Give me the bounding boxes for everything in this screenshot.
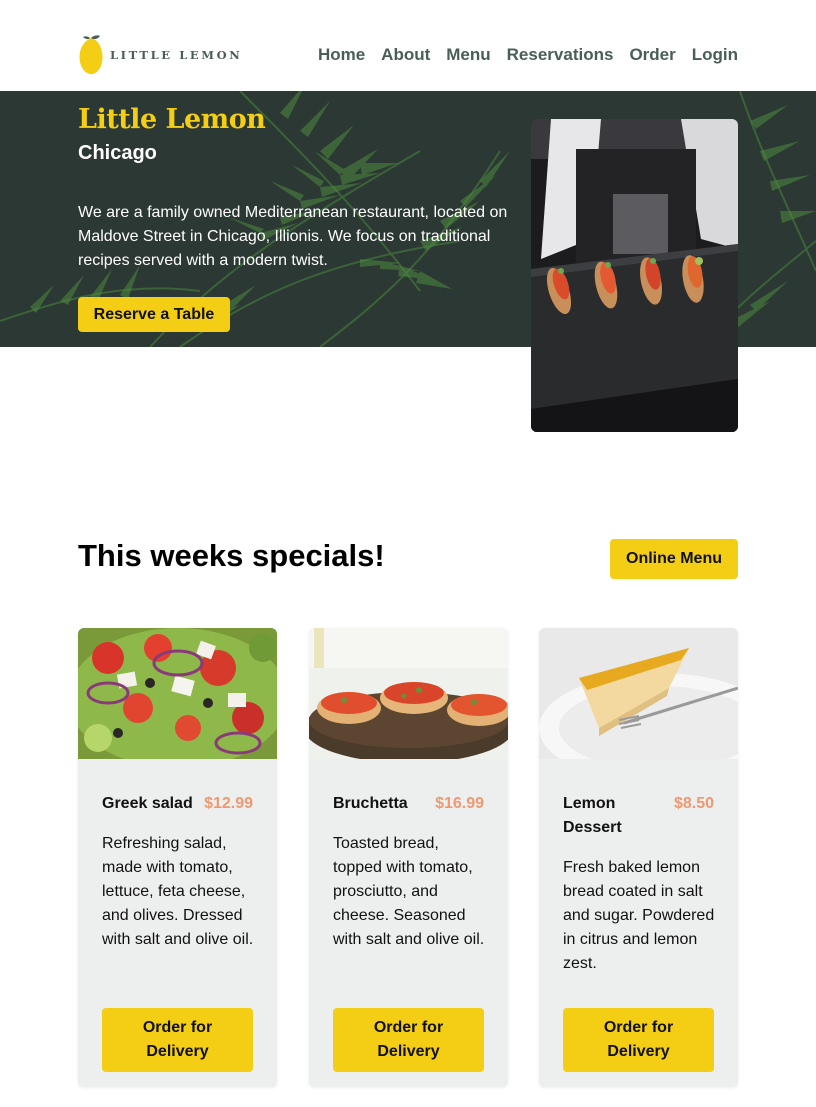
nav-menu[interactable]: Menu [446, 45, 490, 65]
site-header: LITTLE LEMON Home About Menu Reservation… [0, 0, 816, 91]
specials-title: This weeks specials! [78, 538, 385, 573]
nav-login[interactable]: Login [692, 45, 738, 65]
hero-description: We are a family owned Mediterranean rest… [78, 204, 508, 269]
nav-home[interactable]: Home [318, 45, 365, 65]
lemon-icon [78, 34, 104, 76]
logo[interactable]: LITTLE LEMON [78, 34, 242, 76]
online-menu-button[interactable]: Online Menu [610, 539, 738, 579]
card-description: Refreshing salad, made with tomato, lett… [102, 835, 254, 948]
card-description: Toasted bread, topped with tomato, prosc… [333, 835, 485, 948]
hero-title: Little Lemon [78, 104, 266, 135]
reserve-table-button[interactable]: Reserve a Table [78, 297, 230, 332]
bruchetta-photo [309, 628, 508, 759]
card-description: Fresh baked lemon bread coated in salt a… [563, 859, 715, 972]
order-delivery-button[interactable]: Order for Delivery [102, 1008, 253, 1072]
card-price: $8.50 [673, 795, 714, 812]
card-price: $12.99 [204, 795, 253, 812]
order-delivery-button[interactable]: Order for Delivery [563, 1008, 714, 1072]
hero-food-photo [531, 119, 738, 432]
nav-about[interactable]: About [381, 45, 430, 65]
logo-text: LITTLE LEMON [110, 48, 243, 62]
greek-salad-photo [78, 628, 277, 759]
special-card-bruchetta: Bruchetta $16.99 Toasted bread, topped w… [309, 628, 508, 1087]
card-title: Bruchetta [333, 795, 408, 812]
hero-subtitle: Chicago [78, 142, 157, 164]
special-card-greek-salad: Greek salad $12.99 Refreshing salad, mad… [78, 628, 277, 1087]
card-title: Greek salad [102, 795, 193, 812]
order-delivery-button[interactable]: Order for Delivery [333, 1008, 484, 1072]
card-title: Lemon Dessert [563, 795, 622, 836]
nav-reservations[interactable]: Reservations [507, 45, 614, 65]
card-price: $16.99 [435, 795, 484, 812]
lemon-dessert-photo [539, 628, 738, 759]
main-nav: Home About Menu Reservations Order Login [318, 45, 738, 65]
nav-order[interactable]: Order [629, 45, 675, 65]
special-card-lemon-dessert: Lemon Dessert $8.50 Fresh baked lemon br… [539, 628, 738, 1087]
